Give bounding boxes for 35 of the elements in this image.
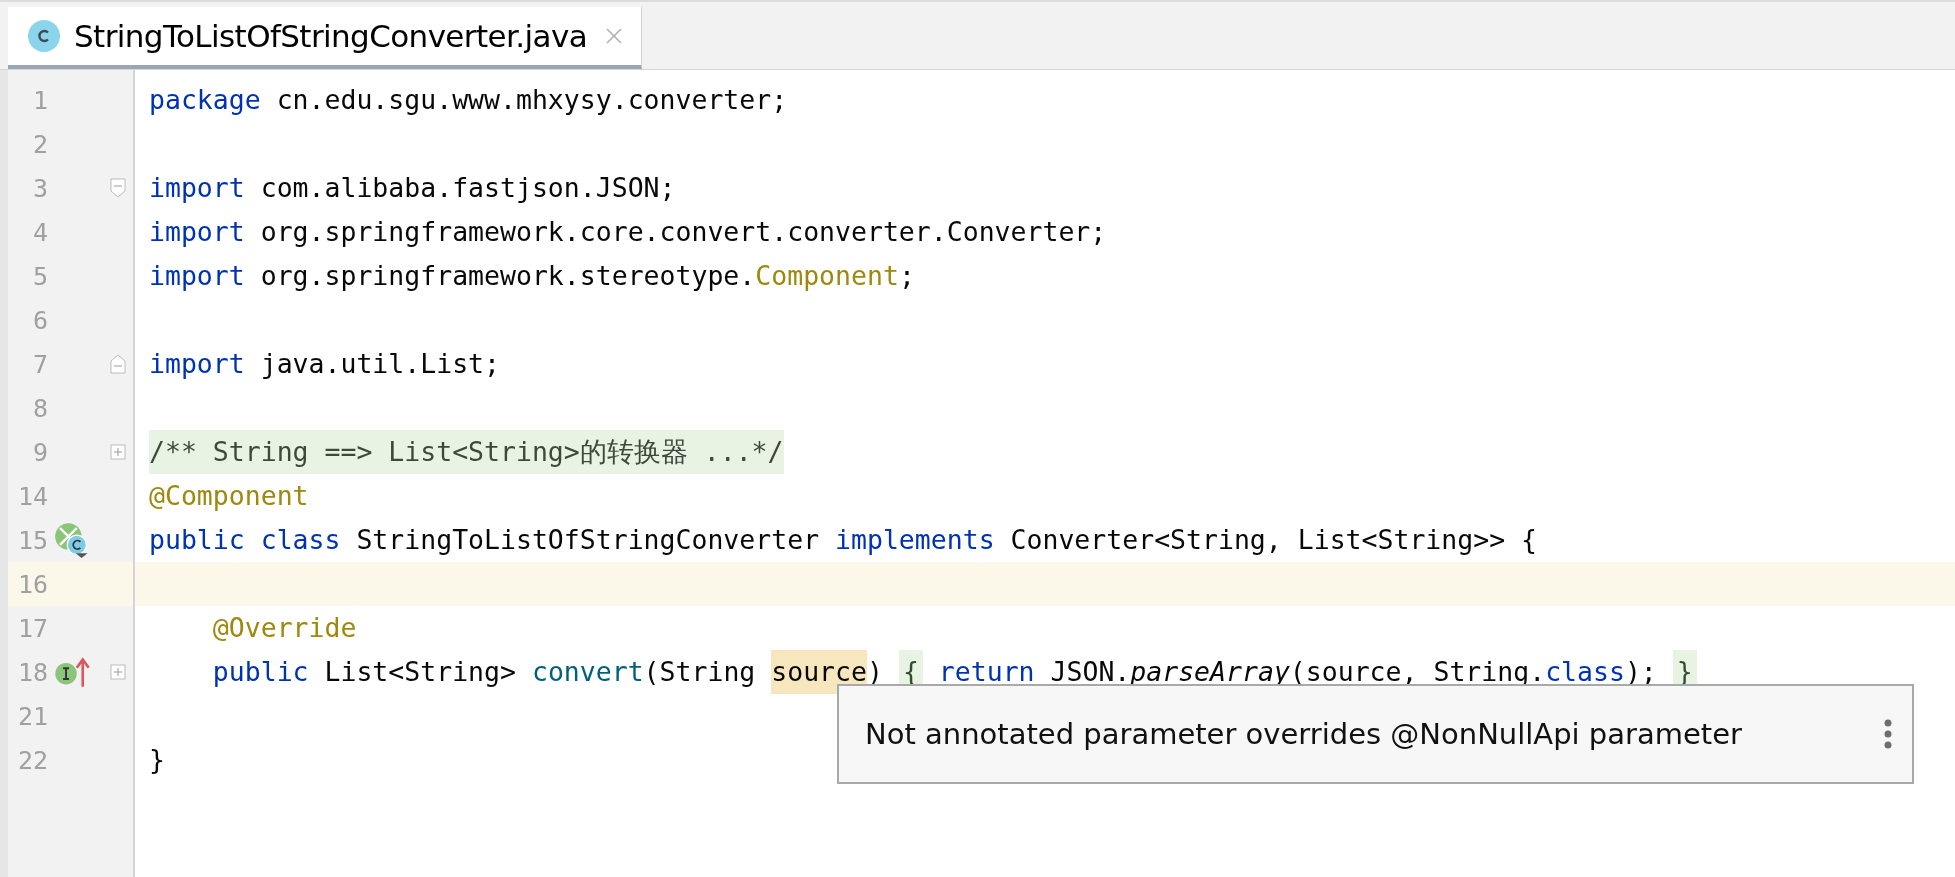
file-tab[interactable]: StringToListOfStringConverter.java <box>8 7 643 69</box>
line-number: 5 <box>31 261 48 291</box>
line-number: 6 <box>31 305 48 335</box>
line-number: 7 <box>31 349 48 379</box>
fold-marker-icon[interactable] <box>110 354 126 374</box>
line-number: 15 <box>16 525 48 555</box>
implemented-class-icon[interactable] <box>54 522 90 558</box>
line-number: 8 <box>31 393 48 423</box>
code-line: import org.springframework.core.convert.converter.Converter; <box>149 215 1107 249</box>
overriding-method-icon[interactable] <box>54 656 90 688</box>
code-line: package cn.edu.sgu.www.mhxysy.converter; <box>149 83 788 117</box>
line-number: 9 <box>31 437 48 467</box>
expand-fold-icon[interactable] <box>110 664 126 680</box>
code-line: } <box>149 743 165 777</box>
line-number: 16 <box>16 569 48 599</box>
line-number: 17 <box>16 613 48 643</box>
code-line: public class StringToListOfStringConverter implements Converter<String, List<String>> { <box>149 523 1538 557</box>
line-number: 3 <box>31 173 48 203</box>
more-options-icon[interactable] <box>1884 719 1892 749</box>
line-number: 18 <box>16 657 48 687</box>
line-number: 1 <box>31 85 48 115</box>
fold-marker-icon[interactable] <box>110 178 126 198</box>
class-file-icon <box>28 20 60 52</box>
line-number: 22 <box>16 745 48 775</box>
code-line: @Override <box>211 611 357 645</box>
line-number: 14 <box>16 481 48 511</box>
code-line: @Component <box>149 479 309 513</box>
line-number: 4 <box>31 217 48 247</box>
code-line: import java.util.List; <box>149 347 500 381</box>
code-line: import com.alibaba.fastjson.JSON; <box>149 171 676 205</box>
line-number: 2 <box>31 129 48 159</box>
tooltip-message: Not annotated parameter overrides @NonNullApi parameter <box>865 717 1742 751</box>
expand-fold-icon[interactable] <box>110 444 126 460</box>
line-number: 21 <box>16 701 48 731</box>
code-line: import org.springframework.stereotype.Component; <box>149 259 915 293</box>
